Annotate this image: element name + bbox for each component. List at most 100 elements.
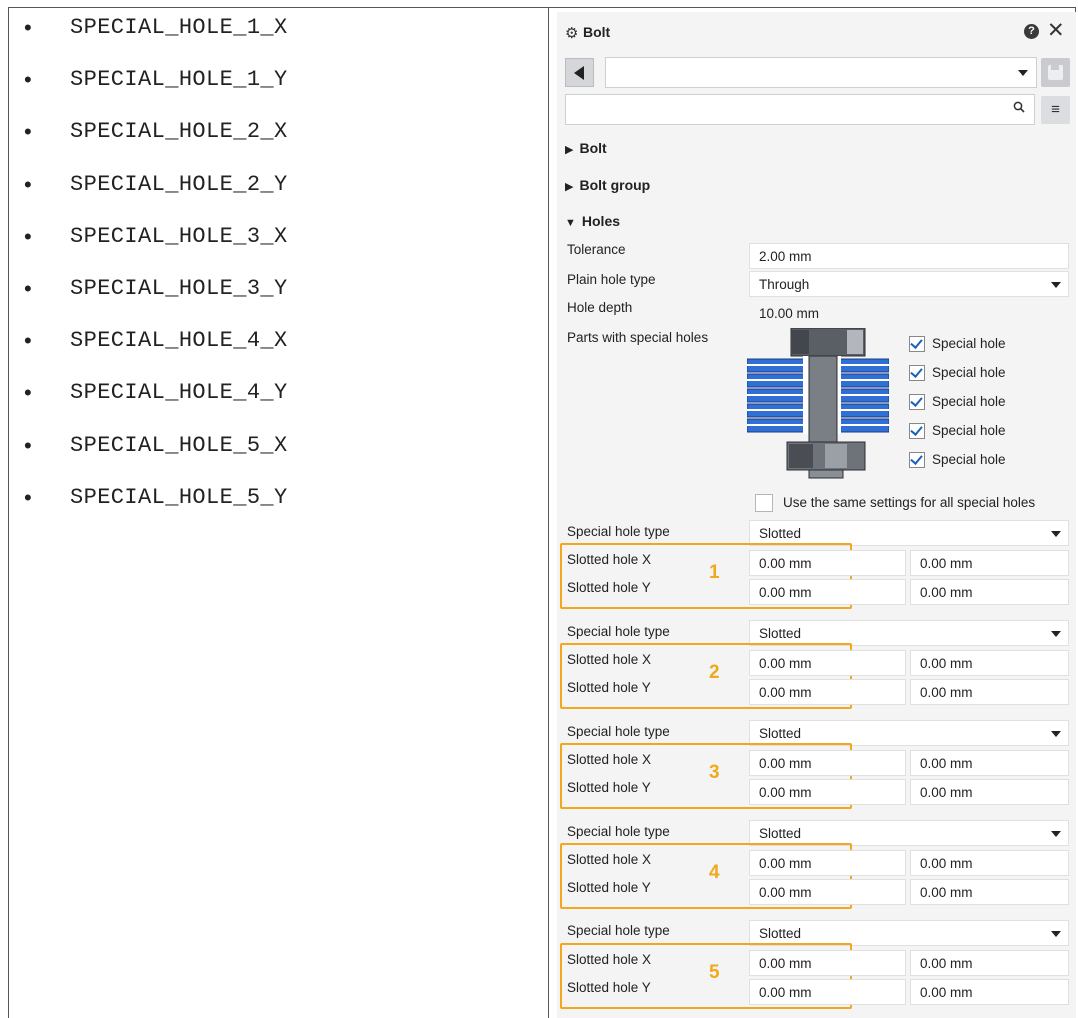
bolt-properties-panel: ⚙ Bolt ? ✕ ≡ ▶ Bolt ▶ Bolt group ▼ Holes To… <box>557 12 1076 1018</box>
collapse-arrow-icon: ▼ <box>565 217 576 229</box>
bullet-marker: • <box>24 432 32 458</box>
special-hole-label: Special hole <box>932 452 1006 467</box>
list-item: • SPECIAL_HOLE_4_Y <box>20 377 288 429</box>
section-bolt-group[interactable]: ▶ Bolt group <box>565 177 650 193</box>
gear-icon: ⚙ <box>565 25 579 42</box>
variable-name: SPECIAL_HOLE_5_X <box>70 432 288 458</box>
variable-name: SPECIAL_HOLE_4_Y <box>70 380 288 406</box>
chevron-down-icon <box>1018 70 1028 76</box>
special-hole-type-label: Special hole type <box>567 724 670 739</box>
back-arrow-icon <box>574 66 584 80</box>
slotted-hole-x-input[interactable]: 0.00 mm <box>910 850 1069 876</box>
slotted-hole-x-label: Slotted hole X <box>567 552 652 567</box>
tolerance-input[interactable]: 2.00 mm <box>749 243 1069 269</box>
slotted-hole-x-input[interactable]: 0.00 mm <box>910 550 1069 576</box>
bullet-marker: • <box>24 275 32 301</box>
slotted-hole-x-input[interactable]: 0.00 mm <box>910 950 1069 976</box>
plain-hole-type-label: Plain hole type <box>567 272 656 287</box>
column-divider <box>548 7 549 1018</box>
panel-title-bar <box>557 12 1076 52</box>
special-hole-checkbox[interactable] <box>909 365 925 381</box>
search-input[interactable] <box>565 94 1035 125</box>
variable-name: SPECIAL_HOLE_2_Y <box>70 171 288 197</box>
checkmark-icon <box>910 336 923 349</box>
special-hole-checkbox[interactable] <box>909 423 925 439</box>
plain-hole-type-select[interactable]: Through <box>749 271 1069 297</box>
same-settings-checkbox[interactable] <box>755 494 773 512</box>
slotted-hole-x-label: Slotted hole X <box>567 852 652 867</box>
slotted-hole-x-input[interactable]: 0.00 mm <box>910 650 1069 676</box>
special-hole-type-value: Slotted <box>759 926 802 941</box>
slotted-hole-x-input[interactable]: 0.00 mm <box>910 750 1069 776</box>
chevron-down-icon <box>1051 731 1061 737</box>
slotted-hole-x-label: Slotted hole X <box>567 952 652 967</box>
list-item: • SPECIAL_HOLE_3_X <box>20 221 288 273</box>
bullet-marker: • <box>24 15 32 40</box>
slotted-hole-y-input[interactable]: 0.00 mm <box>749 679 906 705</box>
bullet-marker: • <box>24 67 32 93</box>
group-number: 3 <box>709 762 720 783</box>
slotted-hole-x-input[interactable]: 0.00 mm <box>749 750 906 776</box>
special-hole-type-value: Slotted <box>759 626 802 641</box>
expand-arrow-icon: ▶ <box>565 181 574 193</box>
bullet-marker: • <box>24 223 32 249</box>
save-button[interactable] <box>1041 58 1070 87</box>
close-icon[interactable]: ✕ <box>1047 20 1065 41</box>
hole-depth-value: 10.00 mm <box>749 300 1069 326</box>
help-icon[interactable]: ? <box>1024 24 1039 39</box>
slotted-hole-y-input[interactable]: 0.00 mm <box>910 579 1069 605</box>
special-hole-label: Special hole <box>932 365 1006 380</box>
slotted-hole-x-input[interactable]: 0.00 mm <box>749 850 906 876</box>
special-hole-type-label: Special hole type <box>567 923 670 938</box>
bullet-marker: • <box>24 171 32 197</box>
save-icon <box>1048 65 1063 80</box>
special-hole-type-value: Slotted <box>759 526 802 541</box>
menu-button[interactable]: ≡ <box>1041 96 1070 124</box>
special-hole-checkbox[interactable] <box>909 452 925 468</box>
list-item: • SPECIAL_HOLE_4_X <box>20 325 288 377</box>
special-hole-type-label: Special hole type <box>567 624 670 639</box>
special-hole-checkbox[interactable] <box>909 394 925 410</box>
bullet-marker: • <box>24 119 32 145</box>
back-button[interactable] <box>565 58 594 87</box>
slotted-hole-x-input[interactable]: 0.00 mm <box>749 650 906 676</box>
slotted-hole-y-input[interactable]: 0.00 mm <box>749 879 906 905</box>
slotted-hole-x-input[interactable]: 0.00 mm <box>749 550 906 576</box>
special-hole-type-label: Special hole type <box>567 824 670 839</box>
variable-name: SPECIAL_HOLE_2_X <box>70 119 288 145</box>
slotted-hole-y-input[interactable]: 0.00 mm <box>749 579 906 605</box>
group-number: 1 <box>709 562 720 583</box>
list-item: • SPECIAL_HOLE_3_Y <box>20 273 288 325</box>
slotted-hole-y-input[interactable]: 0.00 mm <box>910 979 1069 1005</box>
bullet-marker: • <box>24 380 32 406</box>
tolerance-label: Tolerance <box>567 242 626 257</box>
section-holes[interactable]: ▼ Holes <box>565 213 620 229</box>
checkmark-icon <box>910 365 923 378</box>
slotted-hole-y-input[interactable]: 0.00 mm <box>749 779 906 805</box>
slotted-hole-y-input[interactable]: 0.00 mm <box>910 679 1069 705</box>
slotted-hole-x-label: Slotted hole X <box>567 752 652 767</box>
special-hole-label: Special hole <box>932 336 1006 351</box>
list-item: • SPECIAL_HOLE_2_Y <box>20 169 288 221</box>
special-hole-type-value: Slotted <box>759 726 802 741</box>
checkmark-icon <box>910 423 923 436</box>
slotted-hole-x-label: Slotted hole X <box>567 652 652 667</box>
section-bolt[interactable]: ▶ Bolt <box>565 140 607 156</box>
slotted-hole-y-input[interactable]: 0.00 mm <box>749 979 906 1005</box>
variable-name: SPECIAL_HOLE_1_X <box>70 15 288 40</box>
expand-arrow-icon: ▶ <box>565 144 574 156</box>
chevron-down-icon <box>1051 531 1061 537</box>
preset-dropdown[interactable] <box>605 57 1037 88</box>
group-number: 2 <box>709 662 720 683</box>
special-hole-checkbox[interactable] <box>909 336 925 352</box>
slotted-hole-y-label: Slotted hole Y <box>567 980 651 995</box>
slotted-hole-y-input[interactable]: 0.00 mm <box>910 779 1069 805</box>
variable-name: SPECIAL_HOLE_4_X <box>70 328 288 354</box>
parts-with-special-holes-label: Parts with special holes <box>567 330 709 345</box>
slotted-hole-y-input[interactable]: 0.00 mm <box>910 879 1069 905</box>
slotted-hole-x-input[interactable]: 0.00 mm <box>749 950 906 976</box>
slotted-hole-y-label: Slotted hole Y <box>567 780 651 795</box>
special-hole-variable-list: • SPECIAL_HOLE_1_X • SPECIAL_HOLE_1_Y • SPE… <box>20 12 288 534</box>
list-item: • SPECIAL_HOLE_2_X <box>20 116 288 168</box>
chevron-down-icon <box>1051 931 1061 937</box>
